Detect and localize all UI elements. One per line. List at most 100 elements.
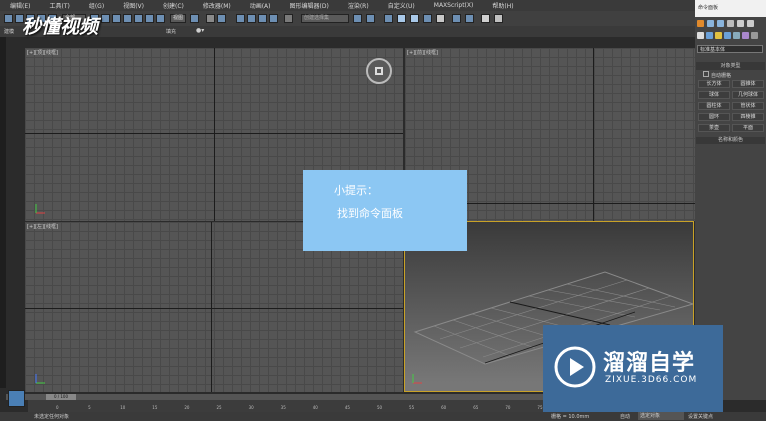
name-and-color-rollout[interactable]: 名称和颜色 — [696, 137, 765, 144]
helpers-icon[interactable] — [733, 32, 740, 39]
timeline-tick-label: 15 — [152, 405, 158, 410]
cone-button[interactable]: 圆锥体 — [732, 80, 764, 88]
video-stop-button[interactable] — [366, 58, 392, 84]
key-filter-dropdown[interactable]: 选定对象 — [638, 412, 684, 420]
timeline-tick-label: 70 — [505, 405, 511, 410]
status-bar: 未选定任何对象 栅格 = 10.0mm 自动 选定对象 设置关键点 — [0, 412, 766, 421]
menu-animation[interactable]: 动画(A) — [240, 1, 280, 10]
select-and-manipulate-icon[interactable] — [206, 14, 215, 23]
menu-rendering[interactable]: 渲染(R) — [338, 1, 378, 10]
undo-icon[interactable] — [4, 14, 13, 23]
timeline-tick-label: 25 — [216, 405, 222, 410]
menu-views[interactable]: 视图(V) — [113, 1, 153, 10]
pyramid-button[interactable]: 四棱锥 — [732, 113, 764, 121]
menu-create[interactable]: 创建(C) — [153, 1, 193, 10]
timeline-tick-label: 50 — [376, 405, 383, 410]
ribbon-tab-populate[interactable]: 填充 — [166, 28, 176, 35]
torus-button[interactable]: 圆环 — [698, 113, 730, 121]
set-key-button[interactable]: 设置关键点 — [688, 413, 713, 420]
tip-title: 小提示： — [334, 184, 378, 197]
lights-icon[interactable] — [715, 32, 722, 39]
render-iterative-icon[interactable] — [494, 14, 503, 23]
scale-icon[interactable] — [156, 14, 165, 23]
teapot-button[interactable]: 茶壶 — [698, 124, 730, 132]
viewport-left-label[interactable]: [+][左][线框] — [27, 223, 58, 230]
timeline-tick-label: 55 — [409, 405, 415, 410]
move-icon[interactable] — [134, 14, 143, 23]
box-button[interactable]: 长方体 — [698, 80, 730, 88]
viewport-top-label[interactable]: [+][顶][线框] — [27, 49, 58, 56]
mirror-icon[interactable] — [353, 14, 362, 23]
schematic-view-icon[interactable] — [423, 14, 432, 23]
timeline-tick-label: 30 — [248, 405, 254, 410]
material-editor-icon[interactable] — [436, 14, 445, 23]
timeline-tick-label: 10 — [120, 405, 126, 410]
ribbon: 建模 填充 ●▾ — [0, 26, 695, 37]
render-production-icon[interactable] — [481, 14, 490, 23]
layer-manager-icon[interactable] — [384, 14, 393, 23]
auto-key-button[interactable]: 自动 — [620, 413, 630, 420]
rotate-icon[interactable] — [145, 14, 154, 23]
motion-tab-icon[interactable] — [727, 20, 734, 27]
ribbon-tab-modeling[interactable]: 建模 — [4, 28, 14, 35]
timeline-tick-label: 45 — [344, 405, 350, 410]
select-by-name-icon[interactable] — [101, 14, 110, 23]
sphere-button[interactable]: 球体 — [698, 91, 730, 99]
menu-help[interactable]: 帮助(H) — [482, 1, 522, 10]
create-tab-icon[interactable] — [697, 20, 704, 27]
category-dropdown[interactable]: 标准基本体 — [697, 45, 763, 53]
menu-bar: 编辑(E) 工具(T) 组(G) 视图(V) 创建(C) 修改器(M) 动画(A… — [0, 0, 695, 11]
menu-tools[interactable]: 工具(T) — [39, 1, 78, 10]
rectangular-selection-icon[interactable] — [112, 14, 121, 23]
pivot-center-icon[interactable] — [190, 14, 199, 23]
menu-modifiers[interactable]: 修改器(M) — [193, 1, 240, 10]
geosphere-button[interactable]: 几何球体 — [732, 91, 764, 99]
timeline-tick-label: 60 — [441, 405, 447, 410]
timeline-tick-label: 0 — [56, 405, 59, 410]
viewport-front-label[interactable]: [+][前][线框] — [407, 49, 438, 56]
curve-editor-icon[interactable] — [410, 14, 419, 23]
reference-coordinate-dropdown[interactable]: 视图 — [170, 14, 186, 23]
render-setup-icon[interactable] — [452, 14, 461, 23]
watermark-play-icon — [554, 346, 596, 388]
snap-toggle-icon[interactable] — [236, 14, 245, 23]
named-selection-set-input[interactable]: 创建选择集 — [301, 14, 349, 23]
menu-maxscript[interactable]: MAXScript(X) — [424, 2, 483, 9]
object-type-rollout[interactable]: 对象类型 — [696, 62, 765, 70]
tip-body: 找到命令面板 — [337, 207, 403, 220]
autogrid-checkbox[interactable]: 自动栅格 — [703, 71, 731, 79]
menu-group[interactable]: 组(G) — [79, 1, 113, 10]
geometry-icon[interactable] — [697, 32, 704, 39]
systems-icon[interactable] — [751, 32, 758, 39]
left-dock-strip — [0, 37, 6, 388]
menu-edit[interactable]: 编辑(E) — [0, 1, 39, 10]
home-grid-axis-y — [214, 48, 215, 221]
timeline-tick-label: 75 — [537, 405, 543, 410]
plane-button[interactable]: 平面 — [732, 124, 764, 132]
menu-graph-editors[interactable]: 图形编辑器(D) — [280, 1, 338, 10]
viewport-layout-icon[interactable] — [8, 390, 25, 407]
graphite-toolbox-icon[interactable] — [397, 14, 406, 23]
cylinder-button[interactable]: 圆柱体 — [698, 102, 730, 110]
ribbon-options-icon[interactable]: ●▾ — [196, 27, 204, 34]
utilities-tab-icon[interactable] — [747, 20, 754, 27]
edit-named-selection-icon[interactable] — [284, 14, 293, 23]
hierarchy-tab-icon[interactable] — [717, 20, 724, 27]
angle-snap-icon[interactable] — [247, 14, 256, 23]
space-warps-icon[interactable] — [742, 32, 749, 39]
spinner-snap-icon[interactable] — [269, 14, 278, 23]
display-tab-icon[interactable] — [737, 20, 744, 27]
home-grid-axis-y — [593, 48, 594, 221]
selection-status: 未选定任何对象 — [34, 414, 70, 420]
percent-snap-icon[interactable] — [258, 14, 267, 23]
modify-tab-icon[interactable] — [707, 20, 714, 27]
keyboard-shortcut-icon[interactable] — [217, 14, 226, 23]
cameras-icon[interactable] — [724, 32, 731, 39]
tube-button[interactable]: 管状体 — [732, 102, 764, 110]
menu-customize[interactable]: 自定义(U) — [378, 1, 424, 10]
timeline-tick-label: 20 — [184, 405, 190, 410]
align-icon[interactable] — [366, 14, 375, 23]
rendered-frame-window-icon[interactable] — [465, 14, 474, 23]
window-crossing-icon[interactable] — [123, 14, 132, 23]
shapes-icon[interactable] — [706, 32, 713, 39]
